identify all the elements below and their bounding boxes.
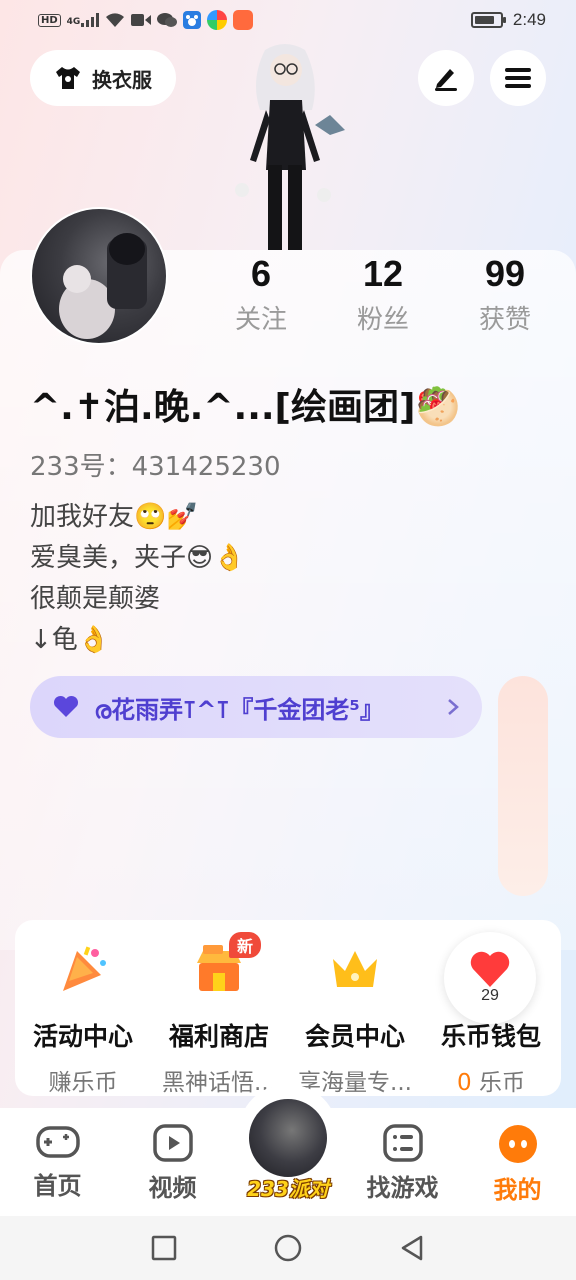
bio-line: 加我好友🙄💅	[30, 502, 199, 532]
tab-find-games-label: 找游戏	[366, 1174, 439, 1202]
coin-unit: 乐币	[471, 1069, 525, 1096]
stat-followers-label: 粉丝	[356, 305, 409, 335]
member-center-button[interactable]: 会员中心 享海量专...	[287, 920, 423, 1096]
profile-stats: 6 关注 12 粉丝 99 获赞	[200, 252, 576, 344]
coin-balance: 0	[457, 1069, 472, 1096]
bio: 加我好友🙄💅 爱臭美，夹子😎👌 很颠是颠婆 ↓龟👌	[30, 497, 245, 661]
face-icon	[498, 1125, 537, 1163]
welfare-shop-sub: 黑神话悟...	[162, 1069, 276, 1096]
guild-link[interactable]: ര花雨弄⊺^⊺『千金团老⁵』	[30, 676, 482, 738]
wechat-icon	[157, 13, 178, 27]
dress-up-label: 换衣服	[92, 67, 152, 92]
stat-followers[interactable]: 12 粉丝	[322, 252, 444, 344]
bio-line: ↓龟👌	[30, 625, 111, 655]
stat-likes-label: 获赞	[478, 305, 531, 335]
heart-count: 29	[481, 987, 499, 1004]
heart-icon	[53, 695, 79, 717]
tab-video[interactable]: 视频	[115, 1108, 230, 1216]
play-icon	[152, 1124, 193, 1162]
stat-following[interactable]: 6 关注	[200, 252, 322, 344]
profile-photo-image	[59, 233, 147, 339]
menu-button[interactable]	[490, 50, 546, 106]
battery-icon	[470, 12, 506, 28]
character-avatar[interactable]	[220, 40, 350, 252]
activity-center-button[interactable]: 活动中心 赚乐币	[15, 920, 151, 1096]
member-center-title: 会员中心	[304, 1021, 405, 1051]
chevron-right-icon	[448, 699, 459, 715]
menu-icon	[505, 68, 531, 88]
shop-icon: 新	[189, 932, 262, 999]
home-icon[interactable]	[273, 1233, 303, 1263]
stat-following-count: 6	[250, 253, 272, 294]
recent-apps-icon[interactable]	[151, 1235, 177, 1261]
activity-center-sub: 赚乐币	[48, 1069, 118, 1096]
party-popper-icon	[53, 940, 113, 999]
bio-line: 很颠是颠婆	[30, 584, 161, 614]
welfare-shop-title: 福利商店	[168, 1021, 269, 1051]
coin-wallet-sub: 0 乐币	[457, 1063, 525, 1096]
tab-find-games[interactable]: 找游戏	[345, 1108, 460, 1216]
tab-mine-label: 我的	[493, 1176, 542, 1204]
side-panel[interactable]	[498, 676, 548, 896]
back-icon[interactable]	[399, 1234, 425, 1262]
stat-likes[interactable]: 99 获赞	[444, 252, 566, 344]
stat-followers-count: 12	[362, 253, 404, 294]
edit-profile-button[interactable]	[418, 50, 474, 106]
welfare-shop-button[interactable]: 新 福利商店 黑神话悟...	[151, 920, 287, 1096]
stat-likes-count: 99	[484, 253, 526, 294]
bio-line: 爱臭美，夹子😎👌	[30, 543, 246, 573]
signal-icon: 4G	[67, 13, 100, 27]
tab-party-label: 233派对	[247, 1177, 329, 1201]
pen-icon	[435, 69, 457, 91]
status-bar: HD 4G 2:49	[0, 0, 576, 40]
system-nav-bar	[0, 1216, 576, 1280]
profile-avatar[interactable]	[30, 207, 168, 345]
tab-home[interactable]: 首页	[0, 1108, 115, 1216]
stat-following-label: 关注	[234, 305, 287, 335]
crown-icon	[325, 940, 385, 999]
wifi-icon	[106, 13, 125, 27]
user-id[interactable]: 233号：431425230	[30, 446, 281, 483]
new-badge: 新	[229, 932, 262, 958]
hd-icon: HD	[38, 13, 61, 27]
activity-center-title: 活动中心	[32, 1021, 133, 1051]
app-icon-2	[233, 10, 254, 30]
party-avatar[interactable]	[246, 1096, 330, 1180]
paw-icon	[183, 11, 202, 29]
tab-mine[interactable]: 我的	[460, 1108, 575, 1216]
heart-icon	[470, 951, 510, 987]
tab-home-label: 首页	[33, 1172, 82, 1200]
video-icon	[131, 14, 152, 26]
network-type: 4G	[66, 17, 81, 27]
app-icon-1	[207, 10, 228, 30]
like-heart-widget[interactable]: 29	[444, 932, 536, 1024]
gamepad-icon	[35, 1126, 80, 1158]
clock: 2:49	[512, 10, 546, 29]
shirt-icon	[56, 67, 80, 89]
tab-video-label: 视频	[148, 1174, 197, 1202]
dress-up-button[interactable]: 换衣服	[30, 50, 176, 106]
nickname: ^.✝泊.晚.^...[绘画团]🥙	[30, 387, 461, 428]
guild-name: ര花雨弄⊺^⊺『千金团老⁵』	[94, 695, 384, 724]
list-icon	[382, 1124, 423, 1162]
status-right: 2:49	[470, 10, 546, 30]
status-icons: HD 4G	[38, 10, 254, 30]
